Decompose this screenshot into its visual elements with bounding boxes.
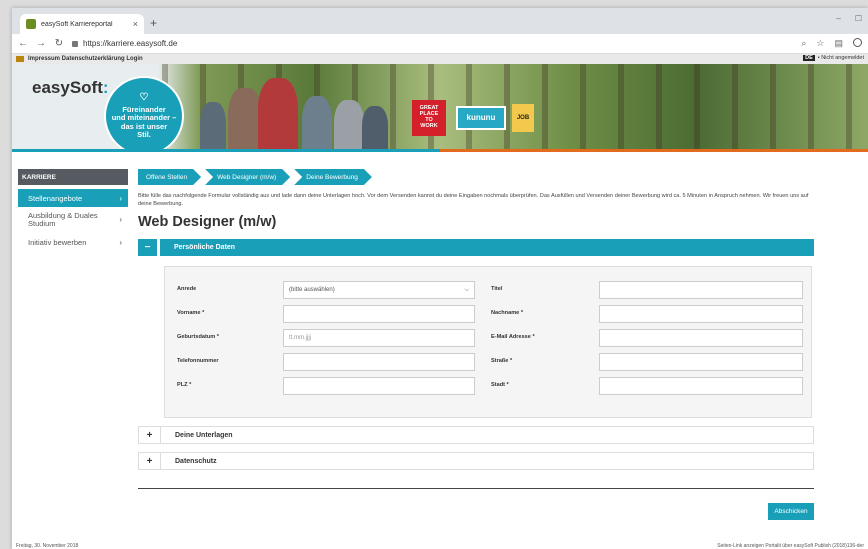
tab-strip: easySoft Karriereportal × + – ☐	[12, 8, 868, 34]
extensions-icon[interactable]: ▤	[834, 38, 843, 49]
anrede-select[interactable]: (bitte auswählen) ⌵	[283, 281, 475, 300]
minimize-icon[interactable]: –	[836, 14, 840, 23]
top-links[interactable]: Impressum Datenschutzerklärung Login	[28, 56, 143, 62]
site-mini-logo-icon	[16, 56, 24, 62]
section-label: Datenschutz	[175, 457, 217, 465]
breadcrumb-offene-stellen[interactable]: Offene Stellen	[138, 169, 201, 185]
footer-links[interactable]: Seiten-Link anzeigen Portalit über easyS…	[717, 543, 864, 549]
email-label: E-Mail Adresse *	[491, 334, 535, 341]
personal-data-form: Anrede (bitte auswählen) ⌵ Titel Vorname …	[164, 266, 812, 419]
profile-icon[interactable]	[853, 38, 862, 47]
telefon-label: Telefonnummer	[177, 358, 219, 365]
section-label: Deine Unterlagen	[175, 431, 233, 439]
page-content: KARRIERE Stellenangebote › Ausbildung & D…	[12, 160, 868, 549]
footer-date: Freitag, 30. November 2018	[16, 543, 79, 549]
easysoft-logo[interactable]: easySoft:	[32, 78, 109, 98]
sidebar-item-stellenangebote[interactable]: Stellenangebote ›	[18, 189, 128, 207]
sidebar-header: KARRIERE	[18, 169, 128, 185]
breadcrumb: Offene Stellen Web Designer (m/w) Deine …	[138, 169, 814, 185]
strasse-label: Straße *	[491, 358, 513, 365]
sidebar: KARRIERE Stellenangebote › Ausbildung & D…	[18, 169, 128, 251]
back-icon[interactable]: ←	[18, 38, 28, 49]
section-persoenliche-daten[interactable]: − Persönliche Daten	[138, 239, 814, 257]
language-badge[interactable]: DE	[803, 55, 815, 61]
geburtsdatum-input[interactable]: tt.mm.jjjj	[283, 329, 475, 348]
heart-icon: ♡	[139, 92, 149, 103]
stadt-label: Stadt *	[491, 382, 509, 389]
chevron-right-icon: ›	[119, 193, 122, 203]
url-text: https://karriere.easysoft.de	[83, 39, 178, 48]
language-status: DE • Nicht angemeldet	[803, 55, 864, 61]
main-content: Offene Stellen Web Designer (m/w) Deine …	[138, 169, 814, 520]
url-field[interactable]: https://karriere.easysoft.de	[72, 39, 793, 48]
job-award: JOB	[512, 104, 534, 132]
favicon-icon	[26, 19, 36, 29]
chevron-down-icon: ⌵	[464, 286, 469, 293]
nachname-input[interactable]	[599, 305, 803, 324]
header-banner: easySoft: ♡ Füreinander und miteinander …	[12, 64, 868, 152]
forward-icon[interactable]: →	[36, 38, 46, 49]
section-datenschutz[interactable]: + Datenschutz	[138, 452, 814, 471]
browser-window: easySoft Karriereportal × + – ☐ ← → ↻ ht…	[12, 8, 868, 549]
reload-icon[interactable]: ↻	[54, 38, 64, 49]
nachname-label: Nachname *	[491, 310, 524, 317]
section-deine-unterlagen[interactable]: + Deine Unterlagen	[138, 426, 814, 445]
intro-text: Bitte fülle das nachfolgende Formular vo…	[138, 193, 809, 208]
slogan-badge: ♡ Füreinander und miteinander – das ist …	[106, 78, 182, 152]
new-tab-button[interactable]: +	[150, 16, 157, 30]
telefon-input[interactable]	[283, 353, 475, 372]
close-tab-icon[interactable]: ×	[133, 19, 138, 29]
chevron-right-icon: ›	[119, 237, 122, 247]
vorname-input[interactable]	[283, 305, 475, 324]
browser-tab[interactable]: easySoft Karriereportal ×	[20, 14, 144, 34]
address-bar: ← → ↻ https://karriere.easysoft.de ⌕ ☆ ▤	[12, 34, 868, 54]
window-controls: – ☐	[836, 14, 862, 23]
submit-button[interactable]: Abschicken	[768, 503, 814, 520]
expand-icon[interactable]: +	[139, 426, 161, 445]
titel-label: Titel	[491, 286, 503, 293]
titel-input[interactable]	[599, 281, 803, 300]
sidebar-item-ausbildung[interactable]: Ausbildung & Duales Studium ›	[18, 207, 128, 233]
maximize-icon[interactable]: ☐	[855, 14, 862, 23]
kununu-award: kununu	[456, 106, 506, 130]
lock-icon	[72, 40, 78, 47]
geburtsdatum-label: Geburtsdatum *	[177, 334, 219, 341]
great-place-to-work-award: GREAT PLACE TO WORK	[412, 100, 446, 136]
toolbar-right: ⌕ ☆ ▤	[801, 38, 862, 49]
bookmark-star-icon[interactable]: ☆	[816, 38, 824, 49]
banner-accent-bar	[12, 149, 868, 152]
sidebar-item-initiativ[interactable]: Initiativ bewerben ›	[18, 233, 128, 251]
email-input[interactable]	[599, 329, 803, 348]
breadcrumb-web-designer[interactable]: Web Designer (m/w)	[205, 169, 290, 185]
anrede-label: Anrede	[177, 286, 197, 293]
section-label: Persönliche Daten	[174, 244, 236, 252]
plz-label: PLZ *	[177, 382, 192, 389]
collapse-icon[interactable]: −	[138, 239, 160, 257]
expand-icon[interactable]: +	[139, 452, 161, 471]
vorname-label: Vorname *	[177, 310, 205, 317]
strasse-input[interactable]	[599, 353, 803, 372]
login-status: • Nicht angemeldet	[817, 55, 864, 61]
page-title: Web Designer (m/w)	[138, 214, 277, 231]
tab-title: easySoft Karriereportal	[41, 20, 113, 28]
team-photo	[192, 74, 392, 152]
slogan-line-4: Stil.	[137, 130, 151, 140]
breadcrumb-deine-bewerbung[interactable]: Deine Bewerbung	[294, 169, 372, 185]
zoom-icon[interactable]: ⌕	[801, 38, 806, 49]
chevron-right-icon: ›	[119, 214, 122, 224]
site-top-bar: Impressum Datenschutzerklärung Login DE …	[12, 54, 868, 64]
plz-input[interactable]	[283, 377, 475, 396]
stadt-input[interactable]	[599, 377, 803, 396]
form-divider	[138, 488, 814, 490]
